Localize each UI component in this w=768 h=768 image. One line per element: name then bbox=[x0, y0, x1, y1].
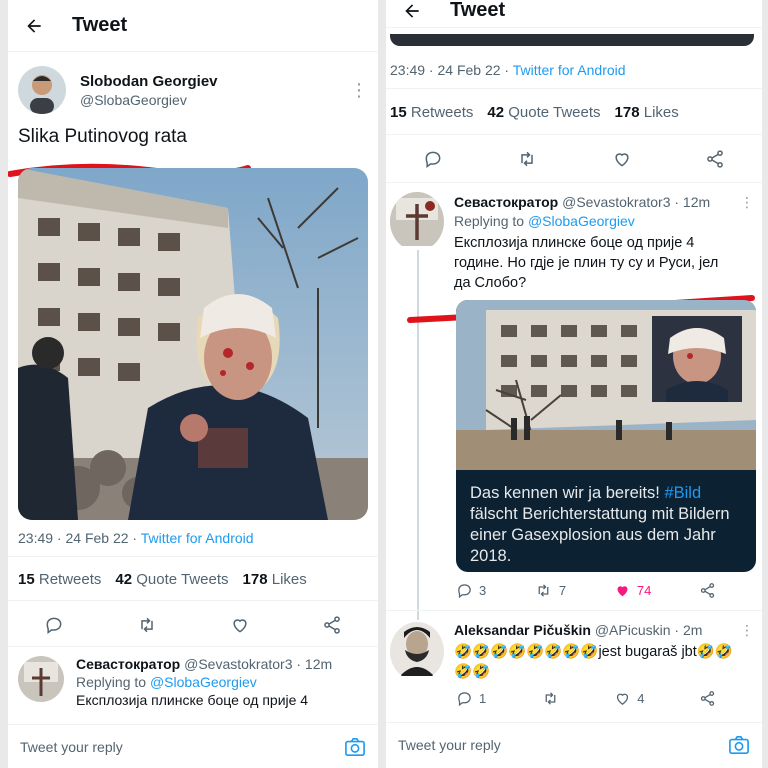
share-icon[interactable] bbox=[699, 690, 716, 707]
tweet-meta: 23:49 · 24 Feb 22 · Twitter for Android bbox=[390, 62, 626, 78]
reply-actions: 3 7 74 bbox=[456, 582, 716, 599]
back-arrow-icon[interactable] bbox=[8, 16, 60, 36]
replying-to-link[interactable]: @SlobaGeorgiev bbox=[528, 213, 635, 229]
page-title: Tweet bbox=[72, 14, 128, 36]
like-count[interactable]: 74 bbox=[614, 582, 651, 599]
quote-tweets-stat[interactable]: 42 Quote Tweets bbox=[115, 571, 228, 588]
tweet-text: Slika Putinovog rata bbox=[18, 126, 187, 147]
retweet-icon[interactable] bbox=[541, 690, 560, 707]
reply-embedded-image[interactable]: Das kennen wir ja bereits! #Bild fälscht… bbox=[456, 300, 756, 572]
tweet-author: Slobodan Georgiev @SlobaGeorgiev ⋮ bbox=[18, 62, 368, 118]
reply-text: Експлозија плинске боце од прије 4 bbox=[76, 692, 309, 708]
tweet-photo[interactable] bbox=[18, 168, 368, 520]
tweet-stats: 15 Retweets 42 Quote Tweets 178 Likes bbox=[390, 104, 679, 121]
reply-icon[interactable] bbox=[423, 149, 443, 169]
camera-icon[interactable] bbox=[728, 735, 750, 755]
reply-tweet[interactable]: Севастократор @Sevastokrator3 · 12m Repl… bbox=[18, 656, 368, 708]
reply-tweet[interactable]: Севастократор @Sevastokrator3 · 12m ⋮ Re… bbox=[454, 194, 754, 293]
replying-to-link[interactable]: @SlobaGeorgiev bbox=[150, 674, 257, 690]
tweet-source-link[interactable]: Twitter for Android bbox=[513, 62, 626, 78]
retweet-icon[interactable] bbox=[516, 149, 538, 169]
reply-icon[interactable] bbox=[456, 690, 473, 707]
reply-actions: 1 4 bbox=[456, 690, 716, 707]
top-bar: Tweet bbox=[386, 0, 762, 28]
reply-tweet[interactable]: Aleksandar Pičuškin @APicuskin · 2m ⋮ 🤣🤣… bbox=[454, 622, 754, 682]
retweet-count[interactable]: 7 bbox=[534, 582, 566, 599]
reply-input[interactable]: Tweet your reply bbox=[398, 737, 501, 753]
like-icon[interactable] bbox=[230, 615, 250, 635]
likes-stat[interactable]: 178 Likes bbox=[615, 104, 679, 121]
retweets-stat[interactable]: 15 Retweets bbox=[18, 571, 101, 588]
back-arrow-icon[interactable] bbox=[386, 0, 438, 21]
replying-prefix: Replying to bbox=[76, 674, 147, 690]
tweet-timestamp: 23:49 · 24 Feb 22 · bbox=[390, 62, 510, 78]
like-count[interactable]: 4 bbox=[614, 690, 644, 707]
share-icon[interactable] bbox=[322, 615, 342, 635]
tweet-timestamp: 23:49 · 24 Feb 22 · bbox=[18, 530, 138, 546]
reply-author-name[interactable]: Aleksandar Pičuškin bbox=[454, 622, 591, 638]
more-options-icon[interactable]: ⋮ bbox=[350, 80, 368, 101]
left-screenshot: Tweet Slobodan Georgiev @SlobaGeorgiev ⋮… bbox=[8, 0, 378, 768]
reply-handle[interactable]: @Sevastokrator3 · 12m bbox=[184, 656, 332, 672]
reply-handle[interactable]: @APicuskin · 2m bbox=[595, 622, 703, 638]
tweet-stats: 15 Retweets 42 Quote Tweets 178 Likes bbox=[18, 571, 307, 588]
reply-icon[interactable] bbox=[44, 615, 64, 635]
avatar[interactable] bbox=[390, 192, 444, 251]
reply-count[interactable]: 3 bbox=[456, 582, 486, 599]
camera-icon[interactable] bbox=[344, 737, 366, 757]
embedded-caption: Das kennen wir ja bereits! #Bild fälscht… bbox=[470, 484, 730, 565]
likes-stat[interactable]: 178 Likes bbox=[243, 571, 307, 588]
more-options-icon[interactable]: ⋮ bbox=[740, 622, 754, 639]
avatar[interactable] bbox=[18, 66, 66, 114]
more-options-icon[interactable]: ⋮ bbox=[740, 194, 754, 211]
share-icon[interactable] bbox=[699, 582, 716, 599]
right-screenshot: Tweet 23:49 · 24 Feb 22 · Twitter for An… bbox=[386, 0, 762, 768]
reply-text: 🤣🤣🤣🤣🤣🤣🤣🤣jest bugaraš jbt🤣🤣 🤣🤣 bbox=[454, 644, 733, 680]
retweets-stat[interactable]: 15 Retweets bbox=[390, 104, 473, 121]
tweet-meta: 23:49 · 24 Feb 22 · Twitter for Android bbox=[18, 530, 254, 546]
reply-author-name[interactable]: Севастократор bbox=[76, 656, 180, 672]
reply-handle[interactable]: @Sevastokrator3 · 12m bbox=[562, 194, 710, 210]
reply-text: Експлозија плинске боце од прије 4 годин… bbox=[454, 235, 719, 291]
hashtag-link[interactable]: #Bild bbox=[664, 484, 701, 502]
quote-tweets-stat[interactable]: 42 Quote Tweets bbox=[487, 104, 600, 121]
reply-composer[interactable]: Tweet your reply bbox=[386, 722, 762, 766]
avatar[interactable] bbox=[18, 656, 64, 702]
tweet-photo-edge[interactable] bbox=[390, 34, 754, 46]
liked-heart-icon[interactable] bbox=[614, 582, 631, 599]
reply-author-name[interactable]: Севастократор bbox=[454, 194, 558, 210]
retweet-icon[interactable] bbox=[136, 615, 158, 635]
embedded-photo bbox=[456, 300, 756, 470]
like-icon[interactable] bbox=[614, 690, 631, 707]
reply-input[interactable]: Tweet your reply bbox=[20, 739, 123, 755]
page-title: Tweet bbox=[450, 0, 506, 21]
tweet-actions bbox=[8, 612, 378, 638]
reply-icon[interactable] bbox=[456, 582, 473, 599]
author-handle[interactable]: @SlobaGeorgiev bbox=[80, 92, 218, 108]
retweet-icon[interactable] bbox=[534, 582, 553, 599]
avatar[interactable] bbox=[390, 622, 444, 681]
top-bar: Tweet bbox=[8, 0, 378, 52]
author-name[interactable]: Slobodan Georgiev bbox=[80, 73, 218, 90]
tweet-source-link[interactable]: Twitter for Android bbox=[141, 530, 254, 546]
tweet-actions bbox=[386, 146, 762, 172]
reply-composer[interactable]: Tweet your reply bbox=[8, 724, 378, 768]
share-icon[interactable] bbox=[705, 149, 725, 169]
like-icon[interactable] bbox=[612, 149, 632, 169]
replying-prefix: Replying to bbox=[454, 213, 525, 229]
reply-count[interactable]: 1 bbox=[456, 690, 486, 707]
